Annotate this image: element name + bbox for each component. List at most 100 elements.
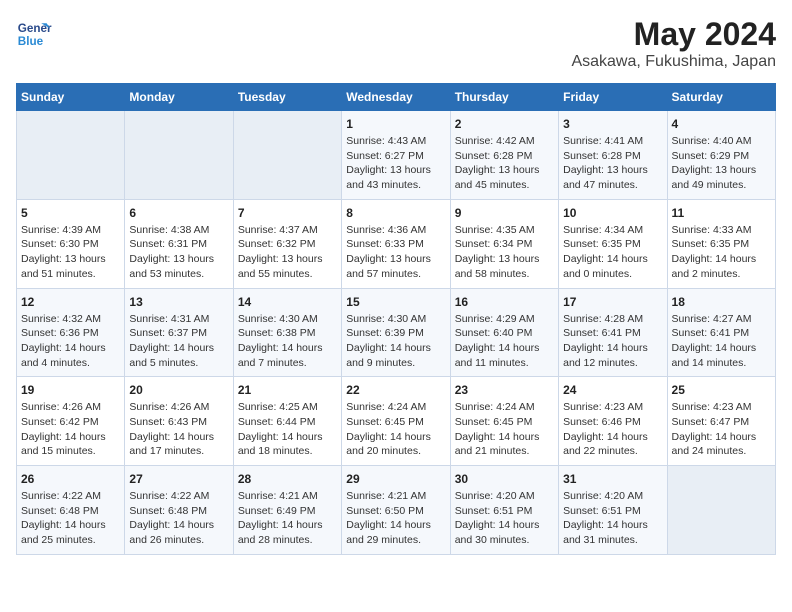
week-row-4: 19 Sunrise: 4:26 AM Sunset: 6:42 PM Dayli… — [17, 377, 776, 466]
week-row-5: 26 Sunrise: 4:22 AM Sunset: 6:48 PM Dayli… — [17, 466, 776, 555]
day-info: Sunrise: 4:22 AM Sunset: 6:48 PM Dayligh… — [21, 489, 120, 548]
day-number: 20 — [129, 383, 228, 397]
day-number: 7 — [238, 206, 337, 220]
day-number: 12 — [21, 295, 120, 309]
calendar-cell — [125, 111, 233, 200]
day-info: Sunrise: 4:40 AM Sunset: 6:29 PM Dayligh… — [672, 134, 771, 193]
calendar-cell: 1 Sunrise: 4:43 AM Sunset: 6:27 PM Daylig… — [342, 111, 450, 200]
day-info: Sunrise: 4:41 AM Sunset: 6:28 PM Dayligh… — [563, 134, 662, 193]
day-info: Sunrise: 4:21 AM Sunset: 6:50 PM Dayligh… — [346, 489, 445, 548]
days-header-row: SundayMondayTuesdayWednesdayThursdayFrid… — [17, 84, 776, 111]
day-header-friday: Friday — [559, 84, 667, 111]
day-number: 13 — [129, 295, 228, 309]
day-info: Sunrise: 4:42 AM Sunset: 6:28 PM Dayligh… — [455, 134, 554, 193]
day-number: 25 — [672, 383, 771, 397]
calendar-cell: 31Sunrise: 4:20 AM Sunset: 6:51 PM Dayli… — [559, 466, 667, 555]
day-number: 3 — [563, 117, 662, 131]
day-number: 16 — [455, 295, 554, 309]
day-number: 15 — [346, 295, 445, 309]
calendar-cell: 30Sunrise: 4:20 AM Sunset: 6:51 PM Dayli… — [450, 466, 558, 555]
day-number: 9 — [455, 206, 554, 220]
calendar-cell: 28Sunrise: 4:21 AM Sunset: 6:49 PM Dayli… — [233, 466, 341, 555]
day-header-sunday: Sunday — [17, 84, 125, 111]
calendar-cell: 4 Sunrise: 4:40 AM Sunset: 6:29 PM Daylig… — [667, 111, 775, 200]
calendar-cell: 14Sunrise: 4:30 AM Sunset: 6:38 PM Dayli… — [233, 288, 341, 377]
day-info: Sunrise: 4:36 AM Sunset: 6:33 PM Dayligh… — [346, 223, 445, 282]
calendar-subtitle: Asakawa, Fukushima, Japan — [571, 53, 776, 71]
calendar-cell: 13 Sunrise: 4:31 AM Sunset: 6:37 PM Dayli… — [125, 288, 233, 377]
calendar-cell: 6 Sunrise: 4:38 AM Sunset: 6:31 PM Daylig… — [125, 199, 233, 288]
day-number: 22 — [346, 383, 445, 397]
day-header-wednesday: Wednesday — [342, 84, 450, 111]
calendar-cell: 3 Sunrise: 4:41 AM Sunset: 6:28 PM Daylig… — [559, 111, 667, 200]
day-number: 5 — [21, 206, 120, 220]
day-number: 18 — [672, 295, 771, 309]
day-number: 1 — [346, 117, 445, 131]
day-info: Sunrise: 4:43 AM Sunset: 6:27 PM Dayligh… — [346, 134, 445, 193]
day-header-thursday: Thursday — [450, 84, 558, 111]
day-info: Sunrise: 4:24 AM Sunset: 6:45 PM Dayligh… — [346, 400, 445, 459]
calendar-cell: 18 Sunrise: 4:27 AM Sunset: 6:41 PM Dayli… — [667, 288, 775, 377]
day-info: Sunrise: 4:29 AM Sunset: 6:40 PM Dayligh… — [455, 312, 554, 371]
day-number: 19 — [21, 383, 120, 397]
calendar-cell: 12 Sunrise: 4:32 AM Sunset: 6:36 PM Dayli… — [17, 288, 125, 377]
day-info: Sunrise: 4:26 AM Sunset: 6:42 PM Dayligh… — [21, 400, 120, 459]
calendar-cell: 24Sunrise: 4:23 AM Sunset: 6:46 PM Dayli… — [559, 377, 667, 466]
day-info: Sunrise: 4:38 AM Sunset: 6:31 PM Dayligh… — [129, 223, 228, 282]
day-info: Sunrise: 4:23 AM Sunset: 6:46 PM Dayligh… — [563, 400, 662, 459]
day-number: 21 — [238, 383, 337, 397]
calendar-cell — [667, 466, 775, 555]
calendar-cell: 23Sunrise: 4:24 AM Sunset: 6:45 PM Dayli… — [450, 377, 558, 466]
day-info: Sunrise: 4:30 AM Sunset: 6:38 PM Dayligh… — [238, 312, 337, 371]
calendar-cell: 8Sunrise: 4:36 AM Sunset: 6:33 PM Daylig… — [342, 199, 450, 288]
svg-text:Blue: Blue — [18, 35, 44, 48]
day-header-monday: Monday — [125, 84, 233, 111]
day-header-tuesday: Tuesday — [233, 84, 341, 111]
calendar-table: SundayMondayTuesdayWednesdayThursdayFrid… — [16, 83, 776, 555]
day-number: 26 — [21, 472, 120, 486]
day-number: 10 — [563, 206, 662, 220]
calendar-cell — [17, 111, 125, 200]
calendar-cell: 7 Sunrise: 4:37 AM Sunset: 6:32 PM Daylig… — [233, 199, 341, 288]
title-area: May 2024 Asakawa, Fukushima, Japan — [571, 16, 776, 71]
calendar-cell: 25Sunrise: 4:23 AM Sunset: 6:47 PM Dayli… — [667, 377, 775, 466]
calendar-cell: 29 Sunrise: 4:21 AM Sunset: 6:50 PM Dayli… — [342, 466, 450, 555]
calendar-cell: 22 Sunrise: 4:24 AM Sunset: 6:45 PM Dayli… — [342, 377, 450, 466]
day-info: Sunrise: 4:32 AM Sunset: 6:36 PM Dayligh… — [21, 312, 120, 371]
day-info: Sunrise: 4:34 AM Sunset: 6:35 PM Dayligh… — [563, 223, 662, 282]
calendar-cell: 16 Sunrise: 4:29 AM Sunset: 6:40 PM Dayli… — [450, 288, 558, 377]
calendar-cell: 15 Sunrise: 4:30 AM Sunset: 6:39 PM Dayli… — [342, 288, 450, 377]
calendar-cell: 26 Sunrise: 4:22 AM Sunset: 6:48 PM Dayli… — [17, 466, 125, 555]
day-info: Sunrise: 4:37 AM Sunset: 6:32 PM Dayligh… — [238, 223, 337, 282]
logo: General Blue — [16, 16, 52, 52]
day-info: Sunrise: 4:26 AM Sunset: 6:43 PM Dayligh… — [129, 400, 228, 459]
calendar-cell: 27Sunrise: 4:22 AM Sunset: 6:48 PM Dayli… — [125, 466, 233, 555]
calendar-cell: 11 Sunrise: 4:33 AM Sunset: 6:35 PM Dayli… — [667, 199, 775, 288]
day-number: 6 — [129, 206, 228, 220]
calendar-cell — [233, 111, 341, 200]
day-info: Sunrise: 4:22 AM Sunset: 6:48 PM Dayligh… — [129, 489, 228, 548]
day-info: Sunrise: 4:33 AM Sunset: 6:35 PM Dayligh… — [672, 223, 771, 282]
day-number: 17 — [563, 295, 662, 309]
day-info: Sunrise: 4:35 AM Sunset: 6:34 PM Dayligh… — [455, 223, 554, 282]
day-header-saturday: Saturday — [667, 84, 775, 111]
calendar-cell: 17 Sunrise: 4:28 AM Sunset: 6:41 PM Dayli… — [559, 288, 667, 377]
calendar-cell: 10 Sunrise: 4:34 AM Sunset: 6:35 PM Dayli… — [559, 199, 667, 288]
day-info: Sunrise: 4:25 AM Sunset: 6:44 PM Dayligh… — [238, 400, 337, 459]
day-number: 30 — [455, 472, 554, 486]
day-info: Sunrise: 4:27 AM Sunset: 6:41 PM Dayligh… — [672, 312, 771, 371]
calendar-title: May 2024 — [571, 16, 776, 53]
day-info: Sunrise: 4:30 AM Sunset: 6:39 PM Dayligh… — [346, 312, 445, 371]
week-row-3: 12 Sunrise: 4:32 AM Sunset: 6:36 PM Dayli… — [17, 288, 776, 377]
day-info: Sunrise: 4:24 AM Sunset: 6:45 PM Dayligh… — [455, 400, 554, 459]
day-number: 29 — [346, 472, 445, 486]
day-info: Sunrise: 4:31 AM Sunset: 6:37 PM Dayligh… — [129, 312, 228, 371]
week-row-1: 1 Sunrise: 4:43 AM Sunset: 6:27 PM Daylig… — [17, 111, 776, 200]
day-info: Sunrise: 4:39 AM Sunset: 6:30 PM Dayligh… — [21, 223, 120, 282]
calendar-cell: 2Sunrise: 4:42 AM Sunset: 6:28 PM Daylig… — [450, 111, 558, 200]
page-header: General Blue May 2024 Asakawa, Fukushima… — [16, 16, 776, 71]
day-number: 4 — [672, 117, 771, 131]
day-number: 11 — [672, 206, 771, 220]
calendar-cell: 20 Sunrise: 4:26 AM Sunset: 6:43 PM Dayli… — [125, 377, 233, 466]
day-info: Sunrise: 4:28 AM Sunset: 6:41 PM Dayligh… — [563, 312, 662, 371]
